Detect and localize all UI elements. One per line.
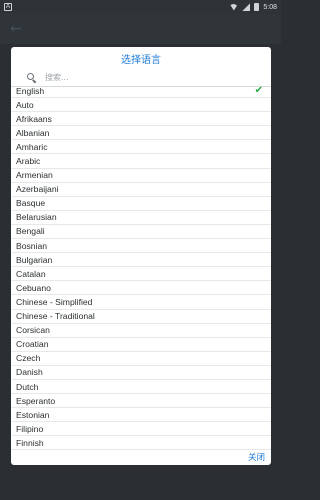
language-label: Danish [16,367,43,378]
language-label: Chinese - Traditional [16,311,95,322]
language-list: English ✔ Auto Afrikaans Albanian Amharic Arab… [11,84,271,451]
language-item[interactable]: Catalan [11,267,271,282]
language-item[interactable]: Amharic [11,140,271,155]
language-label: Afrikaans [16,113,52,124]
language-item[interactable]: Auto [11,98,271,113]
checkmark-icon: ✔ [254,85,263,97]
back-arrow-icon: ← [10,21,22,37]
language-label: Finnish [16,437,44,448]
status-time: 5:08 [263,3,277,11]
language-item[interactable]: Cebuano [11,281,271,296]
language-label: Bulgarian [16,254,53,265]
language-label: Chinese - Simplified [16,296,93,307]
language-label: Esperanto [16,395,56,406]
language-item[interactable]: Bengali [11,225,271,240]
language-label: Croatian [16,339,49,350]
language-label: Czech [16,353,41,364]
background-app-bar: ← [0,14,281,44]
language-label: Bosnian [16,240,48,251]
close-button[interactable]: 关闭 [248,451,265,463]
language-label: Catalan [16,268,46,279]
language-label: Arabic [16,156,41,167]
language-item[interactable]: Croatian [11,338,271,352]
language-item[interactable]: Corsican [11,324,271,338]
battery-icon [254,3,260,11]
dialog-footer: 关闭 [11,449,271,465]
dialog-title: 选择语言 [121,54,161,66]
language-label: Cebuano [16,282,51,293]
language-item[interactable]: Albanian [11,126,271,141]
language-item[interactable]: Afrikaans [11,112,271,127]
language-label: Estonian [16,409,50,420]
search-icon [27,72,37,83]
language-item[interactable]: Danish [11,366,271,380]
language-label: Auto [16,99,34,110]
language-item[interactable]: Bulgarian [11,253,271,268]
language-picker-dialog: 选择语言 English ✔ Auto Afrikaans Albanian Amhari… [11,47,271,465]
language-item[interactable]: Esperanto [11,394,271,409]
search-input[interactable] [45,73,225,82]
language-label: Armenian [16,170,53,181]
language-label: Azerbaijani [16,184,59,195]
language-label: Basque [16,198,46,209]
language-item[interactable]: Bosnian [11,239,271,254]
status-icons: 5:08 [229,3,277,11]
language-item[interactable]: Chinese - Simplified [11,295,271,310]
language-item[interactable]: Azerbaijani [11,183,271,197]
language-item[interactable]: Basque [11,197,271,211]
language-item[interactable]: Arabic [11,154,271,169]
language-item[interactable]: English ✔ [11,84,271,99]
language-item[interactable]: Belarusian [11,211,271,225]
language-item[interactable]: Armenian [11,169,271,183]
language-label: Amharic [16,141,48,152]
language-item[interactable]: Estonian [11,408,271,423]
language-label: Bengali [16,226,45,237]
language-label: Dutch [16,381,39,392]
language-label: Albanian [16,127,50,138]
notification-icon: A [4,3,12,11]
language-label: Belarusian [16,212,57,223]
language-item[interactable]: Dutch [11,380,271,395]
status-bar: A 5:08 [0,0,281,14]
language-item[interactable]: Filipino [11,422,271,437]
language-label: Corsican [16,325,50,336]
wifi-icon [229,3,239,11]
signal-icon [242,3,251,11]
language-item[interactable]: Czech [11,352,271,366]
language-item[interactable]: Chinese - Traditional [11,310,271,324]
language-label: Filipino [16,423,44,434]
language-label: English [16,85,45,96]
